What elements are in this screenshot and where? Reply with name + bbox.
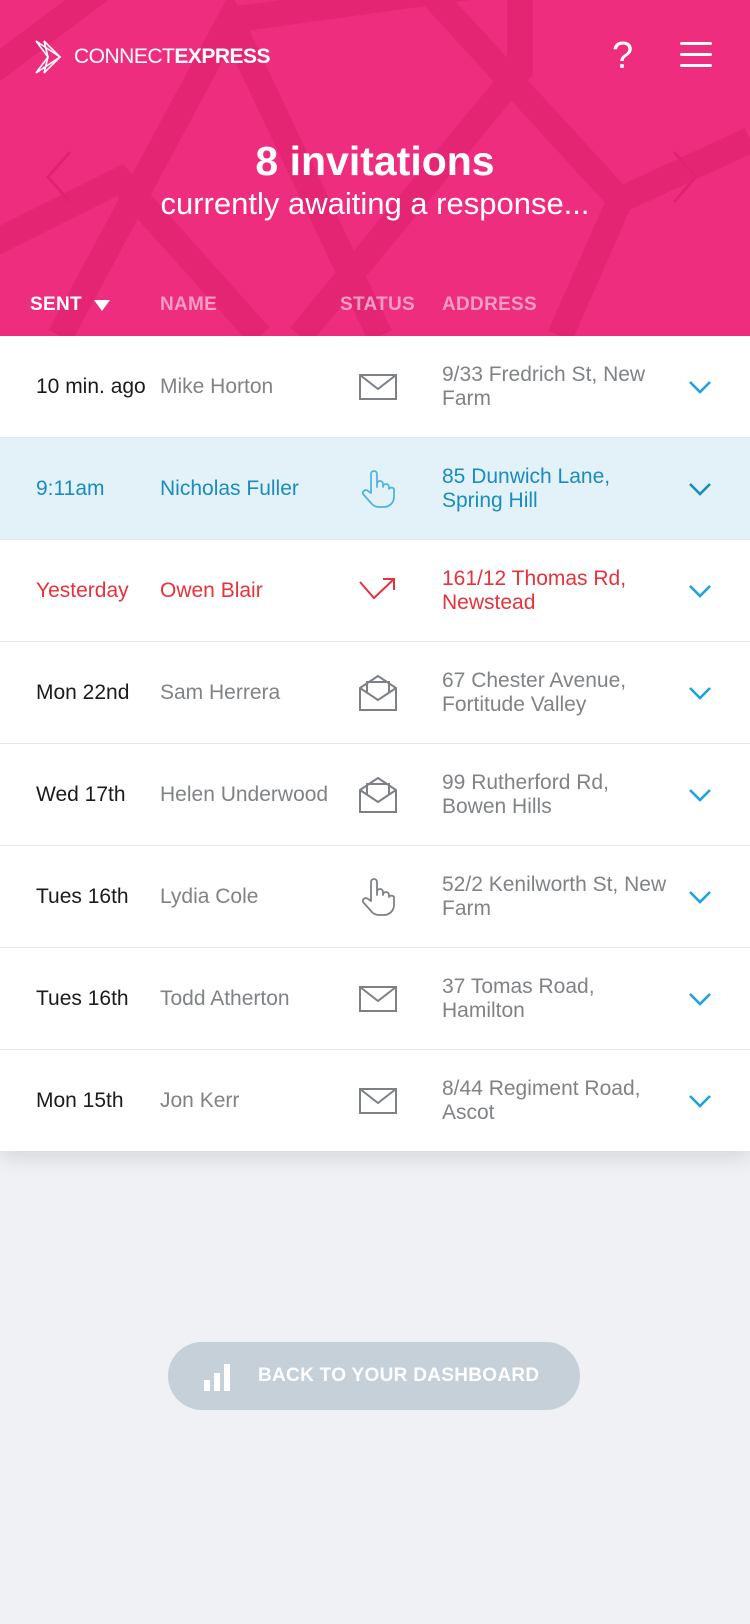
chevron-down-icon[interactable] — [686, 846, 714, 947]
logo-text-bold: EXPRESS — [174, 45, 271, 68]
open-envelope-icon — [356, 744, 400, 845]
help-icon[interactable]: ? — [612, 34, 633, 78]
sent-time: Tues 16th — [36, 884, 129, 908]
recipient-name: Helen Underwood — [160, 782, 329, 806]
column-header-status[interactable]: STATUS — [340, 294, 415, 316]
page-title: 8 invitations — [255, 138, 495, 184]
recipient-name: Todd Atherton — [160, 986, 290, 1010]
app-logo[interactable]: CONNECTEXPRESS — [34, 40, 271, 74]
bar-chart-icon — [204, 1364, 230, 1391]
logo-mark-icon — [35, 40, 62, 74]
recipient-address: 37 Tomas Road, Hamilton — [442, 974, 595, 1022]
recipient-name: Mike Horton — [160, 374, 274, 398]
sent-time: Yesterday — [36, 578, 129, 602]
recipient-address: 8/44 Regiment Road, Ascot — [442, 1076, 641, 1124]
invitation-list: 10 min. ago Mike Horton 9/33 Fredrich St, … — [0, 336, 750, 1151]
recipient-address: 99 Rutherford Rd, Bowen Hills — [442, 770, 609, 818]
sent-time: Mon 22nd — [36, 680, 130, 704]
bounce-arrow-icon — [356, 540, 400, 641]
chevron-down-icon[interactable] — [686, 1050, 714, 1151]
envelope-icon — [356, 336, 400, 437]
table-row[interactable]: Yesterday Owen Blair 161/12 Thomas Rd, New… — [0, 540, 750, 642]
recipient-address: 52/2 Kenilworth St, New Farm — [442, 872, 667, 920]
header: CONNECTEXPRESS ? 8 invitations currently… — [0, 0, 750, 336]
logo-text-thin: CONNECT — [74, 45, 175, 68]
table-row[interactable]: Tues 16th Lydia Cole 52/2 Kenilworth St, N… — [0, 846, 750, 948]
back-to-dashboard-label: BACK TO YOUR DASHBOARD — [258, 1365, 540, 1386]
chevron-down-icon[interactable] — [686, 642, 714, 743]
sent-time: Tues 16th — [36, 986, 129, 1010]
hand-pointer-icon — [356, 438, 400, 539]
sent-time: 9:11am — [36, 476, 105, 500]
column-header-name[interactable]: NAME — [160, 294, 217, 316]
sent-time: Mon 15th — [36, 1088, 124, 1112]
recipient-address: 67 Chester Avenue, Fortitude Valley — [442, 668, 627, 716]
table-row[interactable]: Tues 16th Todd Atherton 37 Tomas Road, Ham… — [0, 948, 750, 1050]
hamburger-menu-icon[interactable] — [680, 40, 714, 70]
chevron-down-icon[interactable] — [686, 336, 714, 437]
recipient-name: Owen Blair — [160, 578, 263, 602]
column-header-address[interactable]: ADDRESS — [442, 294, 537, 316]
envelope-icon — [356, 948, 400, 1049]
table-row[interactable]: 10 min. ago Mike Horton 9/33 Fredrich St, … — [0, 336, 750, 438]
page-subtitle: currently awaiting a response... — [160, 186, 590, 221]
sent-time: Wed 17th — [36, 782, 126, 806]
recipient-address: 9/33 Fredrich St, New Farm — [442, 362, 646, 410]
table-row[interactable]: Mon 15th Jon Kerr 8/44 Regiment Road, Asco… — [0, 1050, 750, 1151]
recipient-name: Sam Herrera — [160, 680, 281, 704]
table-row[interactable]: 9:11am Nicholas Fuller 85 Dunwich Lane, Sp… — [0, 438, 750, 540]
chevron-down-icon[interactable] — [686, 438, 714, 539]
table-row[interactable]: Mon 22nd Sam Herrera 67 Chester Avenue, Fo… — [0, 642, 750, 744]
chevron-down-icon[interactable] — [686, 540, 714, 641]
open-envelope-icon — [356, 642, 400, 743]
sent-time: 10 min. ago — [36, 374, 146, 398]
envelope-icon — [356, 1050, 400, 1151]
chevron-down-icon[interactable] — [686, 948, 714, 1049]
table-row[interactable]: Wed 17th Helen Underwood 99 Rutherford Rd,… — [0, 744, 750, 846]
chevron-down-icon[interactable] — [686, 744, 714, 845]
sort-down-icon — [93, 299, 110, 311]
recipient-address: 85 Dunwich Lane, Spring Hill — [442, 464, 611, 512]
column-header-sent-label: SENT — [30, 294, 82, 315]
back-to-dashboard-button[interactable]: BACK TO YOUR DASHBOARD — [168, 1342, 580, 1410]
recipient-name: Lydia Cole — [160, 884, 259, 908]
recipient-address: 161/12 Thomas Rd, Newstead — [442, 566, 627, 614]
column-header-sent[interactable]: SENT — [30, 294, 110, 316]
hand-pointer-icon — [356, 846, 400, 947]
recipient-name: Nicholas Fuller — [160, 476, 299, 500]
recipient-name: Jon Kerr — [160, 1088, 240, 1112]
